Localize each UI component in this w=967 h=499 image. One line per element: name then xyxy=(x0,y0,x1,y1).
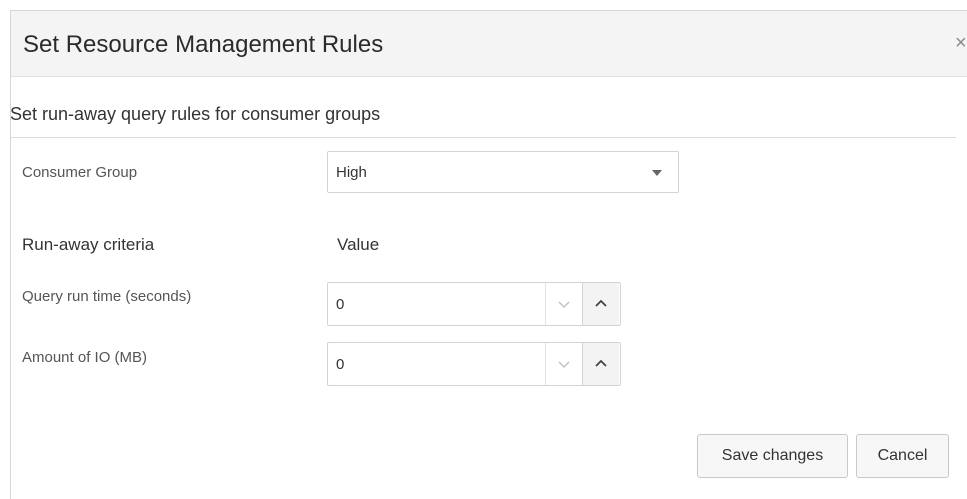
query-run-time-stepper xyxy=(327,282,621,326)
section-heading: Set run-away query rules for consumer gr… xyxy=(10,104,381,124)
query-run-time-increment-button[interactable] xyxy=(582,283,619,325)
consumer-group-value: High xyxy=(336,164,367,181)
cancel-button[interactable]: Cancel xyxy=(856,434,949,478)
value-column-header: Value xyxy=(337,235,380,254)
chevron-up-icon xyxy=(595,359,607,367)
chevron-up-icon xyxy=(595,299,607,307)
save-changes-button[interactable]: Save changes xyxy=(697,434,848,478)
chevron-down-icon xyxy=(558,361,570,369)
amount-of-io-stepper xyxy=(327,342,621,386)
close-icon[interactable]: × xyxy=(955,33,967,53)
dialog-title: Set Resource Management Rules xyxy=(23,31,384,58)
chevron-down-icon xyxy=(652,170,662,176)
consumer-group-select[interactable]: High xyxy=(327,151,679,193)
section-divider xyxy=(10,137,956,138)
query-run-time-input[interactable] xyxy=(328,283,543,325)
amount-of-io-decrement-button[interactable] xyxy=(545,343,582,385)
amount-of-io-increment-button[interactable] xyxy=(582,343,619,385)
consumer-group-label: Consumer Group xyxy=(22,164,138,181)
amount-of-io-label: Amount of IO (MB) xyxy=(22,349,148,366)
criteria-column-header: Run-away criteria xyxy=(22,235,155,254)
chevron-down-icon xyxy=(558,301,570,309)
amount-of-io-input[interactable] xyxy=(328,343,543,385)
query-run-time-label: Query run time (seconds) xyxy=(22,288,192,305)
dialog-header: Set Resource Management Rules × xyxy=(11,11,967,77)
query-run-time-decrement-button[interactable] xyxy=(545,283,582,325)
